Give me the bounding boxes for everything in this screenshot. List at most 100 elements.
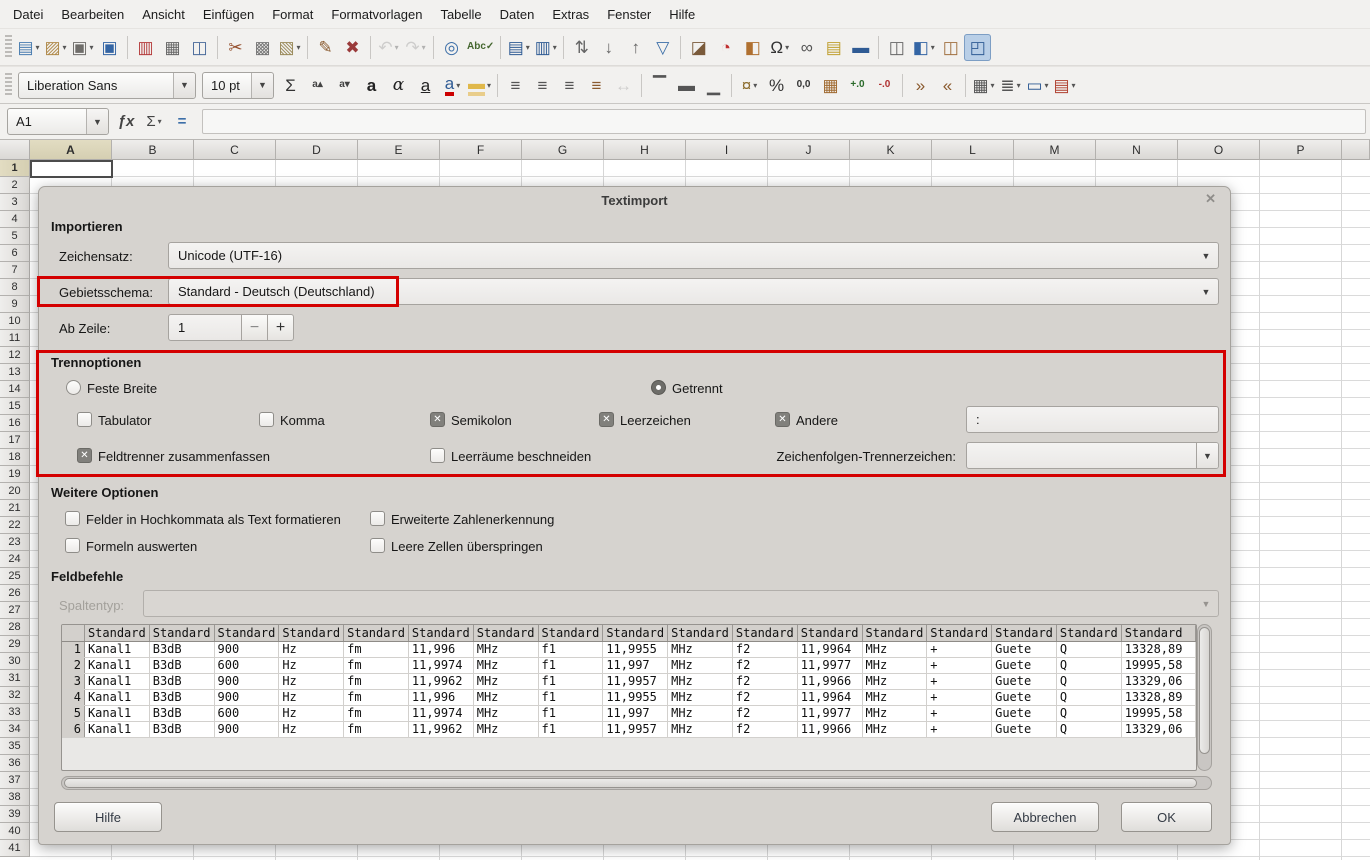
conditional-formatting-button[interactable]: ▤▾ [1051,72,1078,99]
align-center-button[interactable]: ≡ [529,72,556,99]
close-icon[interactable]: ✕ [1205,191,1216,207]
row-header-37[interactable]: 37 [0,772,30,789]
merge-cells-button[interactable]: ↔ [610,72,637,99]
column-header-i[interactable]: I [686,140,768,160]
bold-button[interactable]: a [358,72,385,99]
insert-comment-button[interactable]: ▤ [820,34,847,61]
column-header-c[interactable]: C [194,140,276,160]
menu-ansicht[interactable]: Ansicht [133,2,194,27]
toolbar-grip[interactable] [5,35,12,59]
menu-hilfe[interactable]: Hilfe [660,2,704,27]
menu-tabelle[interactable]: Tabelle [431,2,490,27]
preview-column-header[interactable]: Standard [1056,625,1121,641]
row-header-27[interactable]: 27 [0,602,30,619]
export-pdf-button[interactable]: ▥ [132,34,159,61]
row-header-33[interactable]: 33 [0,704,30,721]
column-header-h[interactable]: H [604,140,686,160]
row-header-13[interactable]: 13 [0,364,30,381]
chevron-down-icon[interactable]: ▼ [86,109,108,134]
sum-button[interactable]: Σ [277,72,304,99]
quoted-text-checkbox[interactable] [65,511,80,526]
print-button[interactable]: ▦ [159,34,186,61]
row-header-2[interactable]: 2 [0,177,30,194]
insert-column-button[interactable]: ▥▾ [532,34,559,61]
justified-button[interactable]: ≡ [583,72,610,99]
align-top-button[interactable]: ▔ [646,72,673,99]
clone-formatting-button[interactable]: ✎ [312,34,339,61]
scrollbar-thumb[interactable] [1199,627,1210,754]
row-header-40[interactable]: 40 [0,823,30,840]
currency-format-button[interactable]: ¤▾ [736,72,763,99]
row-header-32[interactable]: 32 [0,687,30,704]
menu-extras[interactable]: Extras [543,2,598,27]
row-header-12[interactable]: 12 [0,347,30,364]
underline-button[interactable]: a [412,72,439,99]
chevron-down-icon[interactable]: ▼ [251,73,273,98]
cancel-button[interactable]: Abbrechen [991,802,1099,832]
charset-dropdown[interactable]: Unicode (UTF-16) ▼ [168,242,1219,269]
add-decimal-place-button[interactable]: +.0 [844,72,871,99]
split-window-button[interactable]: ◫ [937,34,964,61]
preview-column-header[interactable]: Standard [992,625,1057,641]
column-header-partial[interactable] [1342,140,1370,160]
row-header-1[interactable]: 1 [0,160,30,177]
name-box[interactable]: A1 ▼ [7,108,109,135]
row-header-15[interactable]: 15 [0,398,30,415]
percent-format-button[interactable]: % [763,72,790,99]
column-header-d[interactable]: D [276,140,358,160]
column-header-o[interactable]: O [1178,140,1260,160]
row-header-35[interactable]: 35 [0,738,30,755]
from-row-increment-button[interactable]: + [267,314,294,341]
menu-einfgen[interactable]: Einfügen [194,2,263,27]
highlighting-color-button[interactable]: ▬▾ [466,72,493,99]
row-header-9[interactable]: 9 [0,296,30,313]
evaluate-formulas-checkbox[interactable] [65,538,80,553]
freeze-rows-and-columns-button[interactable]: ◧▾ [910,34,937,61]
preview-column-header[interactable]: Standard [149,625,214,641]
row-header-19[interactable]: 19 [0,466,30,483]
print-preview-button[interactable]: ◫ [186,34,213,61]
save-button[interactable]: ▣▾ [69,34,96,61]
row-header-25[interactable]: 25 [0,568,30,585]
row-header-31[interactable]: 31 [0,670,30,687]
preview-column-header[interactable]: Standard [603,625,668,641]
preview-column-header[interactable]: Standard [279,625,344,641]
column-header-b[interactable]: B [112,140,194,160]
align-right-button[interactable]: ≡ [556,72,583,99]
row-header-11[interactable]: 11 [0,330,30,347]
preview-column-header[interactable]: Standard [344,625,409,641]
decrease-indent-button[interactable]: « [934,72,961,99]
border-color-button[interactable]: ▭▾ [1024,72,1051,99]
preview-column-header[interactable]: Standard [668,625,733,641]
select-function-button[interactable]: Σ▾ [142,109,166,135]
sort-button[interactable]: ⇅ [568,34,595,61]
row-header-3[interactable]: 3 [0,194,30,211]
menu-daten[interactable]: Daten [491,2,544,27]
preview-column-header[interactable]: Standard [408,625,473,641]
menu-datei[interactable]: Datei [4,2,52,27]
row-header-23[interactable]: 23 [0,534,30,551]
column-header-e[interactable]: E [358,140,440,160]
border-style-button[interactable]: ≣▾ [997,72,1024,99]
column-header-a[interactable]: A [30,140,112,160]
row-header-21[interactable]: 21 [0,500,30,517]
insert-chart-button[interactable]: ◔ [712,34,739,61]
preview-column-header[interactable]: Standard [538,625,603,641]
borders-button[interactable]: ▦▾ [970,72,997,99]
formula-button[interactable]: = [170,109,194,135]
paste-button[interactable]: ▧▾ [276,34,303,61]
preview-column-header[interactable]: Standard [927,625,992,641]
menu-bearbeiten[interactable]: Bearbeiten [52,2,133,27]
align-left-button[interactable]: ≡ [502,72,529,99]
row-header-20[interactable]: 20 [0,483,30,500]
column-header-g[interactable]: G [522,140,604,160]
insert-image-button[interactable]: ◪ [685,34,712,61]
number-format-button[interactable]: 0,0 [790,72,817,99]
spelling-button[interactable]: Abc✓ [465,34,496,61]
function-wizard-button[interactable]: ƒx [114,109,138,135]
sort-descending-button[interactable]: ↓ [595,34,622,61]
row-header-4[interactable]: 4 [0,211,30,228]
row-header-36[interactable]: 36 [0,755,30,772]
preview-vertical-scrollbar[interactable] [1197,624,1212,771]
align-bottom-button[interactable]: ▁ [700,72,727,99]
